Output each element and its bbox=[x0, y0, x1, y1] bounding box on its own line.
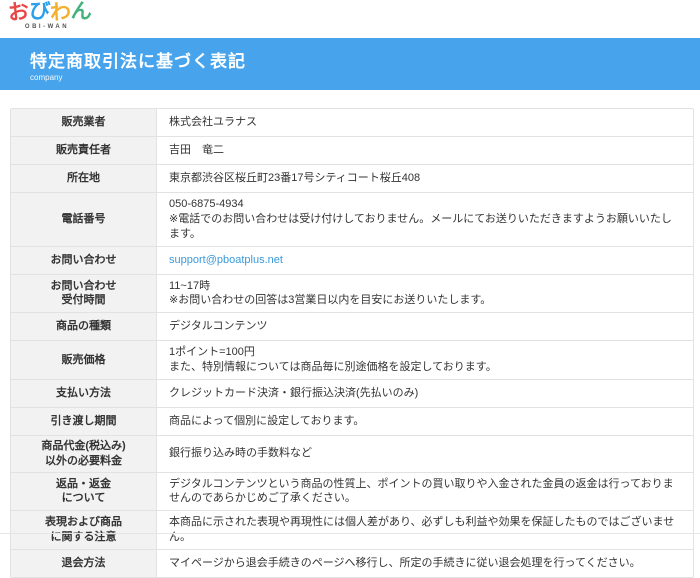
page-subtitle: company bbox=[30, 73, 700, 82]
site-logo[interactable]: おびわん OBI-WAN bbox=[8, 2, 86, 30]
row-label: 表現および商品に関する注意 bbox=[11, 511, 157, 549]
row-value-line: 11~17時 bbox=[169, 279, 681, 294]
row-label: 販売業者 bbox=[11, 109, 157, 136]
table-row: お問い合わせ support@pboatplus.net bbox=[11, 247, 693, 275]
row-value: マイページから退会手続きのページへ移行し、所定の手続きに従い退会処理を行ってくだ… bbox=[157, 550, 693, 577]
row-value-line: 本商品に示された表現や再現性には個人差があり、必ずしも利益や効果を保証したもので… bbox=[169, 515, 681, 545]
row-value: 11~17時※お問い合わせの回答は3営業日以内を目安にお送りいたします。 bbox=[157, 275, 693, 313]
table-row: 販売業者 株式会社ユラナス bbox=[11, 109, 693, 137]
row-label-line: 販売価格 bbox=[62, 353, 106, 368]
row-label-line: 販売責任者 bbox=[56, 143, 111, 158]
row-label: 支払い方法 bbox=[11, 380, 157, 407]
table-row: 退会方法 マイページから退会手続きのページへ移行し、所定の手続きに従い退会処理を行… bbox=[11, 550, 693, 577]
row-value-line: また、特別情報については商品毎に別途価格を設定しております。 bbox=[169, 360, 681, 375]
row-label: 退会方法 bbox=[11, 550, 157, 577]
row-value-line: デジタルコンテンツ bbox=[169, 319, 681, 334]
row-label-line: 支払い方法 bbox=[56, 386, 111, 401]
table-row: 電話番号 050-6875-4934※電話でのお問い合わせは受け付けしておりません… bbox=[11, 193, 693, 247]
row-value-line: 東京都渋谷区桜丘町23番17号シティコート桜丘408 bbox=[169, 171, 681, 186]
commercial-transaction-table: 販売業者 株式会社ユラナス販売責任者 吉田 竜二所在地 東京都渋谷区桜丘町23番17号… bbox=[10, 108, 694, 578]
row-value-line: 050-6875-4934 bbox=[169, 197, 681, 212]
row-value-line: デジタルコンテンツという商品の性質上、ポイントの買い取りや入金された金員の返金は… bbox=[169, 477, 681, 507]
row-label: お問い合わせ bbox=[11, 247, 157, 274]
row-label: お問い合わせ受付時間 bbox=[11, 275, 157, 313]
table-row: 販売責任者 吉田 竜二 bbox=[11, 137, 693, 165]
row-label-line: 商品の種類 bbox=[56, 319, 111, 334]
table-row: 引き渡し期間 商品によって個別に設定しております。 bbox=[11, 408, 693, 436]
footer-divider bbox=[0, 533, 700, 534]
table-row: 販売価格 1ポイント=100円また、特別情報については商品毎に別途価格を設定してお… bbox=[11, 341, 693, 380]
table-row: 商品の種類 デジタルコンテンツ bbox=[11, 313, 693, 341]
logo-character: び bbox=[28, 0, 50, 22]
row-label-line: 所在地 bbox=[67, 171, 100, 186]
row-label-line: お問い合わせ bbox=[51, 253, 117, 268]
row-value: 吉田 竜二 bbox=[157, 137, 693, 164]
row-value: 050-6875-4934※電話でのお問い合わせは受け付けしておりません。メール… bbox=[157, 193, 693, 246]
row-value-line: 銀行振り込み時の手数料など bbox=[169, 446, 681, 461]
row-label: 商品の種類 bbox=[11, 313, 157, 340]
row-label-line: 表現および商品 bbox=[45, 515, 122, 530]
row-value: 銀行振り込み時の手数料など bbox=[157, 436, 693, 472]
table-row: 表現および商品に関する注意本商品に示された表現や再現性には個人差があり、必ずしも… bbox=[11, 511, 693, 550]
page-title: 特定商取引法に基づく表記 bbox=[30, 47, 700, 72]
row-label-line: お問い合わせ bbox=[51, 279, 117, 294]
row-label-line: 電話番号 bbox=[62, 212, 106, 227]
table-row: お問い合わせ受付時間11~17時※お問い合わせの回答は3営業日以内を目安にお送り… bbox=[11, 275, 693, 314]
row-label-line: 販売業者 bbox=[62, 115, 106, 130]
row-value: デジタルコンテンツ bbox=[157, 313, 693, 340]
row-label-line: について bbox=[62, 491, 106, 506]
row-label-line: 返品・返金 bbox=[56, 477, 111, 492]
row-value: デジタルコンテンツという商品の性質上、ポイントの買い取りや入金された金員の返金は… bbox=[157, 473, 693, 511]
row-value-line: 吉田 竜二 bbox=[169, 143, 681, 158]
row-label: 販売責任者 bbox=[11, 137, 157, 164]
row-value: support@pboatplus.net bbox=[157, 247, 693, 274]
contact-email-link[interactable]: support@pboatplus.net bbox=[169, 253, 681, 268]
row-value: 1ポイント=100円また、特別情報については商品毎に別途価格を設定しております。 bbox=[157, 341, 693, 379]
row-label: 電話番号 bbox=[11, 193, 157, 246]
row-value-line: ※電話でのお問い合わせは受け付けしておりません。メールにてお送りいただきますよう… bbox=[169, 212, 681, 242]
row-value: 株式会社ユラナス bbox=[157, 109, 693, 136]
row-value: 東京都渋谷区桜丘町23番17号シティコート桜丘408 bbox=[157, 165, 693, 192]
row-value-line: 1ポイント=100円 bbox=[169, 345, 681, 360]
table-row: 返品・返金についてデジタルコンテンツという商品の性質上、ポイントの買い取りや入金… bbox=[11, 473, 693, 512]
row-value-line: ※お問い合わせの回答は3営業日以内を目安にお送りいたします。 bbox=[169, 293, 681, 308]
row-value: 本商品に示された表現や再現性には個人差があり、必ずしも利益や効果を保証したもので… bbox=[157, 511, 693, 549]
page-header: 特定商取引法に基づく表記 company bbox=[0, 38, 700, 90]
table-row: 商品代金(税込み)以外の必要料金銀行振り込み時の手数料など bbox=[11, 436, 693, 473]
logo-character: わ bbox=[49, 1, 71, 23]
row-label: 引き渡し期間 bbox=[11, 408, 157, 435]
row-label-line: 受付時間 bbox=[62, 293, 106, 308]
table-row: 所在地 東京都渋谷区桜丘町23番17号シティコート桜丘408 bbox=[11, 165, 693, 193]
row-label: 所在地 bbox=[11, 165, 157, 192]
logo-subtext: OBI-WAN bbox=[8, 24, 86, 30]
row-value-line: マイページから退会手続きのページへ移行し、所定の手続きに従い退会処理を行ってくだ… bbox=[169, 556, 681, 571]
row-value-line: 商品によって個別に設定しております。 bbox=[169, 414, 681, 429]
row-label-line: 引き渡し期間 bbox=[51, 414, 117, 429]
row-label: 返品・返金について bbox=[11, 473, 157, 511]
row-label: 販売価格 bbox=[11, 341, 157, 379]
row-label-line: 商品代金(税込み) bbox=[41, 439, 125, 454]
logo-text: おびわん bbox=[8, 2, 86, 23]
row-value-line: クレジットカード決済・銀行振込決済(先払いのみ) bbox=[169, 386, 681, 401]
row-value-line: 株式会社ユラナス bbox=[169, 115, 681, 130]
row-value: クレジットカード決済・銀行振込決済(先払いのみ) bbox=[157, 380, 693, 407]
logo-character: お bbox=[7, 1, 30, 24]
row-label-line: 退会方法 bbox=[62, 556, 106, 571]
row-label-line: 以外の必要料金 bbox=[45, 454, 122, 469]
row-label: 商品代金(税込み)以外の必要料金 bbox=[11, 436, 157, 472]
logo-character: ん bbox=[70, 0, 93, 23]
table-row: 支払い方法 クレジットカード決済・銀行振込決済(先払いのみ) bbox=[11, 380, 693, 408]
row-value: 商品によって個別に設定しております。 bbox=[157, 408, 693, 435]
